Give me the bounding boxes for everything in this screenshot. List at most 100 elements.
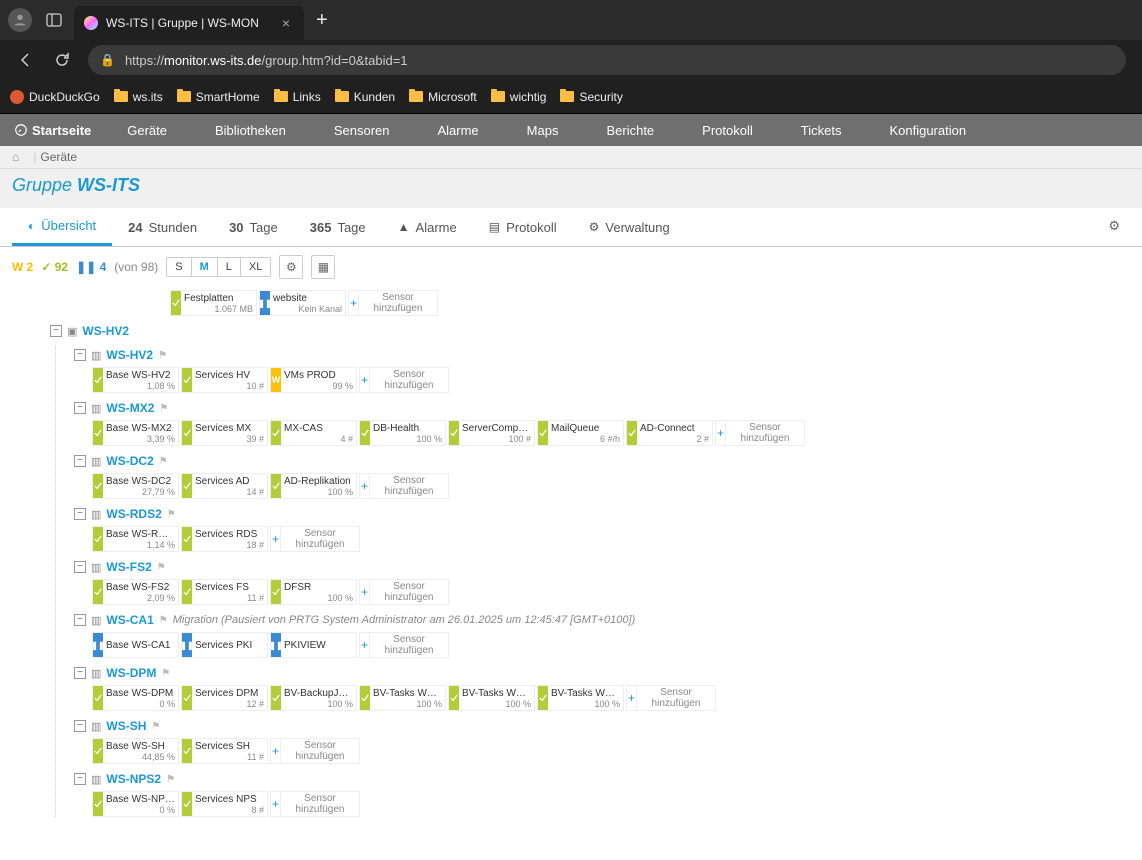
device-name[interactable]: WS-RDS2 [106, 507, 161, 521]
settings-gear-icon[interactable]: ⚙ [1098, 208, 1130, 246]
sensor-tile[interactable]: Base WS-DC227,79 % [92, 473, 179, 499]
menu-alarms[interactable]: Alarme [437, 123, 478, 138]
device-name[interactable]: WS-CA1 [106, 613, 153, 627]
sensor-tile[interactable]: DB-Health100 % [359, 420, 446, 446]
bookmark-smarthome[interactable]: SmartHome [177, 90, 260, 104]
sensor-tile[interactable]: AD-Replikation100 % [270, 473, 357, 499]
flag-icon[interactable]: ⚑ [159, 403, 168, 414]
flag-icon[interactable]: ⚑ [159, 615, 168, 626]
menu-sensors[interactable]: Sensoren [334, 123, 390, 138]
tab-30d[interactable]: 30Tage [213, 208, 294, 246]
tab-overview[interactable]: ◐Übersicht [12, 208, 112, 246]
size-l[interactable]: L [218, 258, 241, 276]
bookmark-wichtig[interactable]: wichtig [491, 90, 547, 104]
sensor-tile[interactable]: Base WS-RDS21,14 % [92, 526, 179, 552]
add-sensor-button[interactable]: + Sensorhinzufügen [715, 420, 805, 446]
sensor-tile[interactable]: Base WS-NPS20 % [92, 791, 179, 817]
breadcrumb-item[interactable]: Geräte [40, 150, 77, 164]
sensor-tile[interactable]: Services MX39 # [181, 420, 268, 446]
sensor-tile[interactable]: ❚❚ Services PKI [181, 632, 268, 658]
add-sensor-button[interactable]: + Sensorhinzufügen [359, 367, 449, 393]
sensor-tile[interactable]: ❚❚ websiteKein Kanal [259, 290, 346, 316]
sensor-tile[interactable]: BV-Tasks WS-...100 % [448, 685, 535, 711]
menu-config[interactable]: Konfiguration [889, 123, 966, 138]
menu-maps[interactable]: Maps [527, 123, 559, 138]
sensor-tile[interactable]: Services HV10 # [181, 367, 268, 393]
device-name[interactable]: WS-MX2 [106, 401, 154, 415]
bookmark-microsoft[interactable]: Microsoft [409, 90, 477, 104]
sidebar-toggle-icon[interactable] [40, 6, 68, 34]
sensor-tile[interactable]: MailQueue6 #/h [537, 420, 624, 446]
group-name[interactable]: WS-HV2 [82, 324, 129, 338]
collapse-icon[interactable]: − [74, 349, 86, 361]
profile-avatar-icon[interactable] [8, 8, 32, 32]
status-paused[interactable]: ❚❚ 4 [76, 260, 106, 274]
sensor-tile[interactable]: Base WS-MX23,39 % [92, 420, 179, 446]
add-sensor-button[interactable]: + Sensorhinzufügen [626, 685, 716, 711]
flag-icon[interactable]: ⚑ [158, 350, 167, 361]
collapse-icon[interactable]: − [74, 455, 86, 467]
sensor-tile[interactable]: DFSR100 % [270, 579, 357, 605]
sensor-tile[interactable]: Services DPM12 # [181, 685, 268, 711]
tab-log[interactable]: ▤Protokoll [473, 208, 573, 246]
tab-alarms[interactable]: ▲Alarme [382, 208, 473, 246]
size-xl[interactable]: XL [241, 258, 270, 276]
bookmark-wsits[interactable]: ws.its [114, 90, 163, 104]
device-name[interactable]: WS-SH [106, 719, 146, 733]
collapse-icon[interactable]: − [74, 614, 86, 626]
back-button[interactable] [8, 42, 44, 78]
device-name[interactable]: WS-NPS2 [106, 772, 161, 786]
sensor-tile[interactable]: Base WS-DPM0 % [92, 685, 179, 711]
sensor-tile[interactable]: Services NPS8 # [181, 791, 268, 817]
tab-365d[interactable]: 365Tage [294, 208, 382, 246]
flag-icon[interactable]: ⚑ [166, 774, 175, 785]
status-warn[interactable]: W 2 [12, 260, 33, 274]
sensor-tile[interactable]: Services FS11 # [181, 579, 268, 605]
add-sensor-button[interactable]: + Sensorhinzufügen [270, 526, 360, 552]
add-sensor-button[interactable]: + Sensorhinzufügen [270, 738, 360, 764]
menu-libraries[interactable]: Bibliotheken [215, 123, 286, 138]
sensor-tile[interactable]: Services RDS18 # [181, 526, 268, 552]
flag-icon[interactable]: ⚑ [167, 509, 176, 520]
flag-icon[interactable]: ⚑ [157, 562, 166, 573]
add-sensor-button[interactable]: + Sensorhinzufügen [270, 791, 360, 817]
sensor-tile[interactable]: W VMs PROD99 % [270, 367, 357, 393]
settings-icon[interactable]: ⚙ [279, 255, 303, 279]
sensor-tile[interactable]: MX-CAS4 # [270, 420, 357, 446]
flag-icon[interactable]: ⚑ [159, 456, 168, 467]
menu-tickets[interactable]: Tickets [801, 123, 842, 138]
collapse-icon[interactable]: − [74, 773, 86, 785]
tab-admin[interactable]: ⚙Verwaltung [573, 208, 686, 246]
bookmark-kunden[interactable]: Kunden [335, 90, 395, 104]
sensor-tile[interactable]: ❚❚ PKIVIEW [270, 632, 357, 658]
add-sensor-button[interactable]: + Sensorhinzufügen [348, 290, 438, 316]
device-name[interactable]: WS-DPM [106, 666, 156, 680]
grid-icon[interactable]: ▦ [311, 255, 335, 279]
menu-devices[interactable]: Geräte [127, 123, 167, 138]
sensor-tile[interactable]: Base WS-HV21,08 % [92, 367, 179, 393]
sensor-tile[interactable]: Services AD14 # [181, 473, 268, 499]
menu-log[interactable]: Protokoll [702, 123, 753, 138]
flag-icon[interactable]: ⚑ [151, 721, 160, 732]
tab-close-icon[interactable]: × [278, 15, 294, 31]
sensor-tile[interactable]: Base WS-SH44,85 % [92, 738, 179, 764]
collapse-icon[interactable]: − [50, 325, 62, 337]
home-icon[interactable]: ⌂ [12, 150, 19, 164]
device-name[interactable]: WS-DC2 [106, 454, 153, 468]
collapse-icon[interactable]: − [74, 720, 86, 732]
sensor-tile[interactable]: BV-BackupJobs100 % [270, 685, 357, 711]
device-name[interactable]: WS-FS2 [106, 560, 151, 574]
sensor-tile[interactable]: ServerCompon...100 # [448, 420, 535, 446]
collapse-icon[interactable]: − [74, 561, 86, 573]
bookmark-links[interactable]: Links [274, 90, 321, 104]
sensor-tile[interactable]: Services SH11 # [181, 738, 268, 764]
new-tab-button[interactable]: + [304, 9, 340, 32]
sensor-tile[interactable]: BV-Tasks WS-BV100 % [537, 685, 624, 711]
status-ok[interactable]: ✓ 92 [41, 260, 68, 274]
sensor-tile[interactable]: ❚❚ Base WS-CA1 [92, 632, 179, 658]
menu-home[interactable]: Startseite [14, 123, 91, 138]
device-name[interactable]: WS-HV2 [106, 348, 153, 362]
browser-tab[interactable]: WS-ITS | Gruppe | WS-MON × [74, 6, 304, 40]
reload-button[interactable] [44, 42, 80, 78]
collapse-icon[interactable]: − [74, 508, 86, 520]
